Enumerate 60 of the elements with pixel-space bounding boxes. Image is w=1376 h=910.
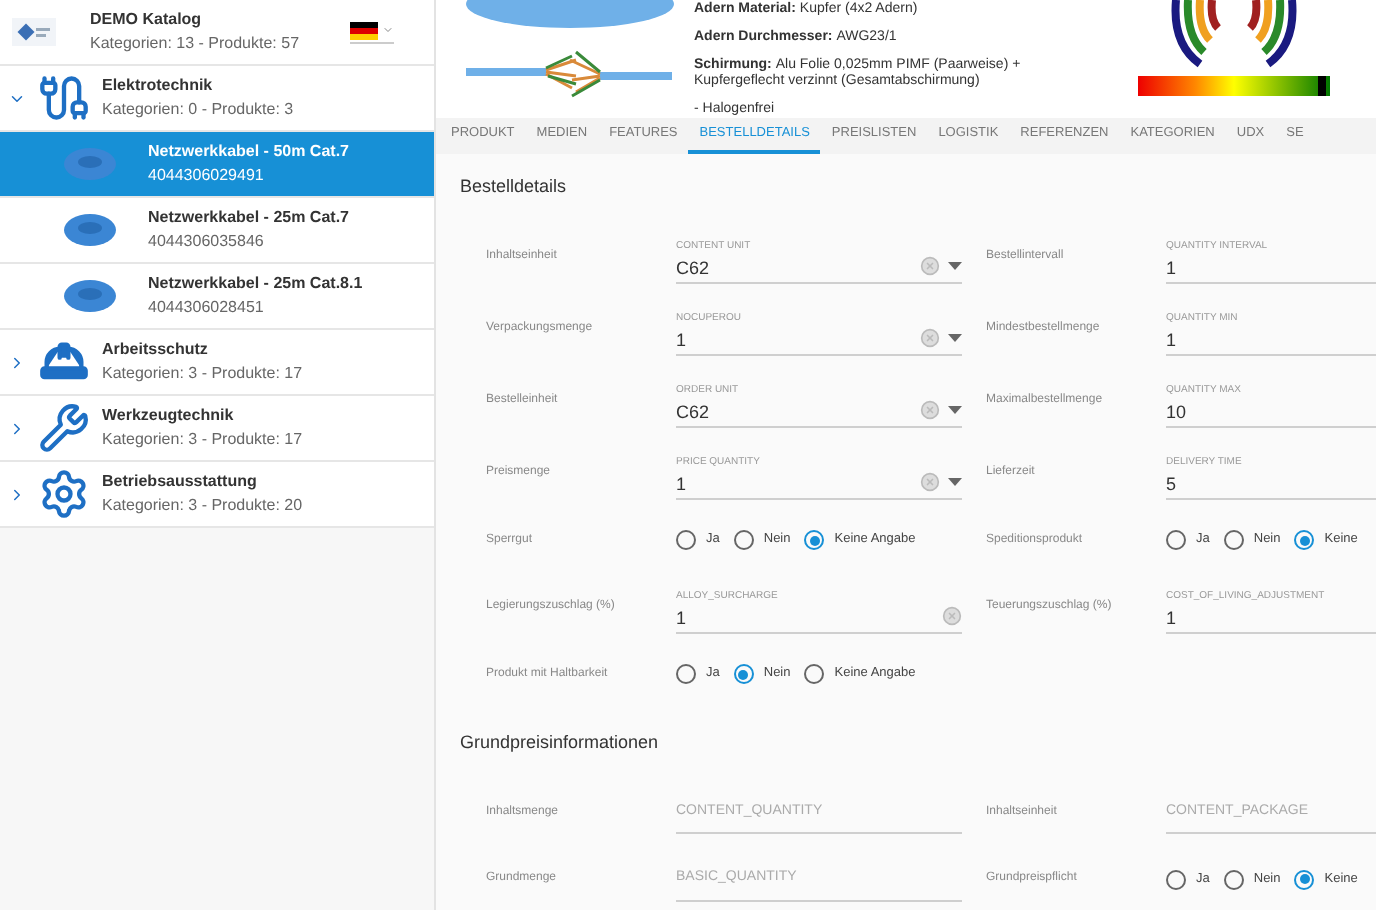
category-name[interactable]: Elektrotechnik	[102, 74, 294, 98]
chevron-right-icon[interactable]	[8, 419, 26, 437]
radio-button[interactable]	[1294, 869, 1315, 889]
field-value: 10	[1166, 403, 1189, 421]
section-title: Grundpreisinformationen	[460, 729, 661, 756]
product-item[interactable]: Netzwerkkabel - 25m Cat.7 4044306035846	[0, 198, 434, 264]
radio-button[interactable]	[1223, 869, 1244, 889]
product-ean: 4044306029491	[148, 164, 266, 188]
radio-button[interactable]	[1294, 530, 1315, 550]
radio-button[interactable]	[804, 530, 825, 550]
radio-button[interactable]	[676, 530, 696, 550]
dropdown-caret-icon[interactable]	[948, 333, 962, 341]
catalog-counts: Kategorien: 13 - Produkte: 57	[90, 32, 302, 56]
radio-button[interactable]	[676, 664, 696, 684]
field-value: 1	[1166, 609, 1179, 627]
category-name[interactable]: Arbeitsschutz	[102, 338, 303, 362]
chevron-right-icon[interactable]	[8, 485, 26, 503]
field-value: 5	[1166, 475, 1179, 493]
radio-button[interactable]	[1166, 530, 1186, 550]
category-counts: Kategorien: 3 - Produkte: 20	[102, 494, 303, 518]
dropdown-caret-icon[interactable]	[948, 477, 962, 485]
category-name[interactable]: Betriebsausstattung	[102, 470, 303, 494]
cable-icon	[38, 72, 90, 124]
product-name: Netzwerkkabel - 25m Cat.8.1	[148, 272, 363, 296]
radio-button[interactable]	[1223, 530, 1244, 550]
dropdown-caret-icon[interactable]	[948, 261, 962, 269]
cable-coil-thumbnail	[62, 144, 118, 184]
cable-coil-thumbnail	[62, 210, 118, 250]
field-value: 1	[1166, 259, 1179, 277]
category-counts: Kategorien: 3 - Produkte: 17	[102, 428, 303, 452]
radio-button[interactable]	[804, 664, 825, 684]
field-value: 1	[676, 609, 689, 627]
field-value: C62	[676, 403, 712, 421]
field-value: 1	[676, 475, 689, 493]
product-item[interactable]: Netzwerkkabel - 25m Cat.8.1 4044306028451	[0, 264, 434, 330]
field-value: 1	[1166, 331, 1179, 349]
product-ean: 4044306028451	[148, 296, 266, 320]
product-item[interactable]: Netzwerkkabel - 50m Cat.7 4044306029491	[0, 132, 434, 198]
wrench-icon	[38, 402, 90, 454]
radio-button[interactable]	[733, 664, 754, 684]
product-name: Netzwerkkabel - 25m Cat.7	[148, 206, 349, 230]
radio-button[interactable]	[1166, 869, 1186, 889]
flag-icon	[350, 21, 378, 39]
catalog-title: DEMO Katalog	[90, 8, 204, 32]
category-counts: Kategorien: 3 - Produkte: 17	[102, 362, 303, 386]
catalog-logo	[12, 18, 56, 46]
category-counts: Kategorien: 0 - Produkte: 3	[102, 98, 294, 122]
field-value: C62	[676, 259, 712, 277]
dropdown-caret-icon[interactable]	[948, 405, 962, 413]
product-name: Netzwerkkabel - 50m Cat.7	[148, 140, 349, 164]
caret-icon	[382, 24, 394, 36]
product-ean: 4044306035846	[148, 230, 266, 254]
field-value: 1	[676, 331, 689, 349]
category-name[interactable]: Werkzeugtechnik	[102, 404, 303, 428]
section-title: Bestelldetails	[460, 174, 569, 200]
chevron-right-icon[interactable]	[8, 353, 26, 371]
cable-coil-thumbnail	[62, 276, 118, 316]
language-selector[interactable]	[350, 21, 394, 43]
radio-button[interactable]	[733, 530, 754, 550]
gear-icon	[38, 468, 90, 520]
